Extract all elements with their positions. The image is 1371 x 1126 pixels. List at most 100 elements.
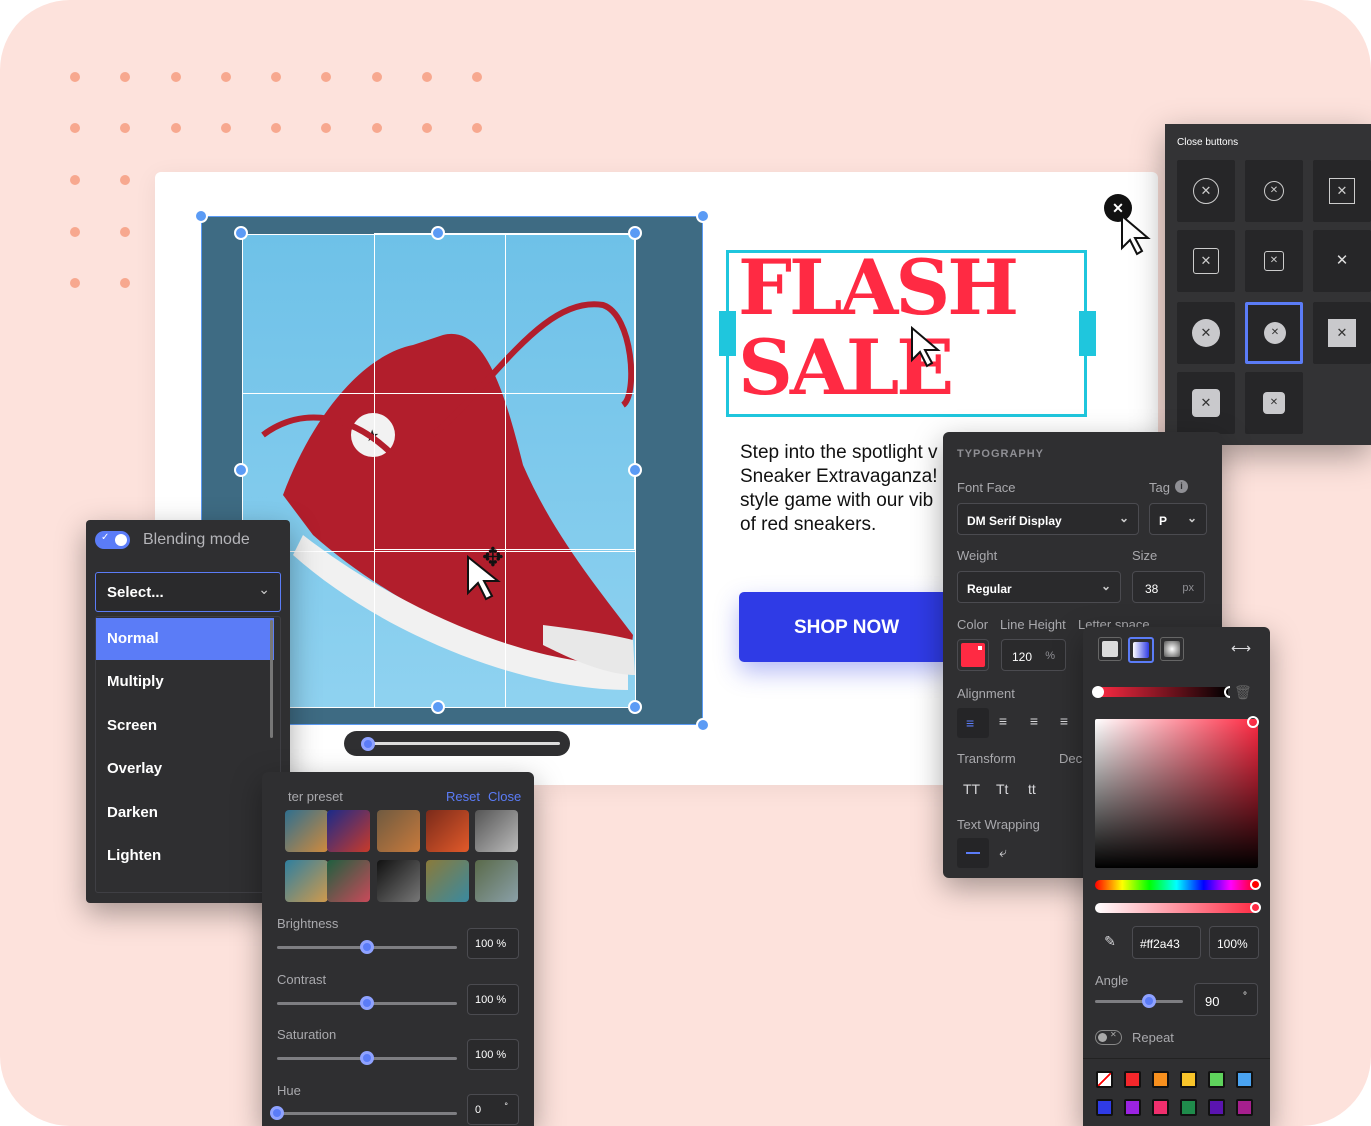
wrap-none-button[interactable]	[957, 838, 989, 868]
repeat-toggle[interactable]: ✕	[1095, 1030, 1122, 1045]
blend-option-screen[interactable]: Screen	[96, 705, 274, 747]
blend-option-overlay[interactable]: Overlay	[96, 748, 274, 790]
crop-handle[interactable]	[628, 226, 642, 240]
color-swatch[interactable]	[1152, 1071, 1169, 1088]
crop-handle[interactable]	[431, 226, 445, 240]
alpha-input[interactable]: 100%	[1209, 926, 1259, 959]
contrast-knob[interactable]	[360, 996, 374, 1010]
color-swatch[interactable]	[1124, 1071, 1141, 1088]
radial-gradient-button[interactable]	[1160, 637, 1184, 661]
zoom-slider-knob[interactable]	[360, 737, 375, 751]
blending-select[interactable]: Select... ⌄	[95, 572, 281, 612]
saturation-slider[interactable]	[277, 1051, 457, 1065]
color-swatch-button[interactable]	[957, 639, 989, 671]
contrast-slider[interactable]	[277, 996, 457, 1010]
align-right-icon[interactable]: ≡	[1026, 713, 1042, 729]
brightness-value[interactable]: 100 %	[467, 928, 519, 959]
filter-thumbnail[interactable]	[426, 860, 469, 902]
close-style-option[interactable]: ✕	[1245, 230, 1303, 292]
reset-link[interactable]: Reset	[446, 789, 480, 804]
resize-handle[interactable]	[696, 718, 710, 732]
align-justify-icon[interactable]: ≡	[1056, 713, 1072, 729]
close-style-option-selected[interactable]: ✕	[1245, 302, 1303, 364]
crop-handle[interactable]	[234, 226, 248, 240]
color-swatch[interactable]	[1180, 1071, 1197, 1088]
close-style-option[interactable]: ✕	[1177, 372, 1235, 434]
blend-option-darken[interactable]: Darken	[96, 792, 274, 834]
crop-handle[interactable]	[628, 700, 642, 714]
close-style-option[interactable]: ✕	[1177, 230, 1235, 292]
capitalize-button[interactable]: Tt	[996, 781, 1008, 797]
color-swatch[interactable]	[1124, 1099, 1141, 1116]
brightness-knob[interactable]	[360, 940, 374, 954]
tag-select[interactable]: P ⌄	[1149, 503, 1207, 535]
color-swatch[interactable]	[1180, 1099, 1197, 1116]
font-face-select[interactable]: DM Serif Display ⌄	[957, 503, 1139, 535]
saturation-value-area[interactable]	[1095, 716, 1259, 868]
blend-option-multiply[interactable]: Multiply	[96, 661, 274, 703]
hue-knob[interactable]	[270, 1106, 284, 1120]
close-style-option[interactable]: ✕	[1245, 372, 1303, 434]
crop-handle[interactable]	[628, 463, 642, 477]
text-resize-handle[interactable]	[719, 311, 736, 356]
hue-value[interactable]: 0 °	[467, 1094, 519, 1125]
zoom-slider[interactable]	[344, 731, 570, 756]
gradient-stops-bar[interactable]	[1092, 686, 1230, 698]
blend-option-normal[interactable]: Normal	[96, 618, 274, 660]
weight-select[interactable]: Regular ⌄	[957, 571, 1121, 603]
close-link[interactable]: Close	[488, 789, 521, 804]
hex-input[interactable]: #ff2a43	[1132, 926, 1201, 959]
contrast-value[interactable]: 100 %	[467, 984, 519, 1015]
color-swatch[interactable]	[1236, 1071, 1253, 1088]
blend-option-lighten[interactable]: Lighten	[96, 835, 274, 877]
flip-icon[interactable]: ⟷	[1230, 640, 1252, 657]
close-style-option[interactable]: ✕	[1177, 302, 1235, 364]
resize-handle[interactable]	[194, 209, 208, 223]
filter-thumbnail[interactable]	[426, 810, 469, 852]
resize-handle[interactable]	[696, 209, 710, 223]
wrap-text-icon[interactable]: ⤶	[995, 844, 1011, 861]
saturation-value[interactable]: 100 %	[467, 1039, 519, 1070]
filter-thumbnail[interactable]	[327, 810, 370, 852]
align-left-button[interactable]: ≡	[957, 708, 989, 738]
hue-slider[interactable]	[270, 1106, 457, 1120]
crop-handle[interactable]	[431, 700, 445, 714]
color-swatch[interactable]	[1096, 1099, 1113, 1116]
align-center-icon[interactable]: ≡	[995, 713, 1011, 729]
saturation-knob[interactable]	[360, 1051, 374, 1065]
lowercase-button[interactable]: tt	[1028, 781, 1036, 797]
shop-now-button[interactable]: SHOP NOW	[739, 592, 954, 662]
options-scrollbar[interactable]	[270, 620, 273, 738]
filter-thumbnail[interactable]	[285, 860, 328, 902]
eyedropper-icon[interactable]: ✎	[1101, 933, 1119, 950]
alpha-bar[interactable]	[1095, 902, 1261, 913]
blending-toggle[interactable]: ✓	[95, 531, 130, 549]
hue-bar[interactable]	[1095, 879, 1261, 890]
color-swatch[interactable]	[1208, 1071, 1225, 1088]
close-style-option[interactable]: ✕	[1313, 230, 1371, 292]
filter-thumbnail[interactable]	[377, 860, 420, 902]
size-input[interactable]: 38 px	[1132, 571, 1205, 603]
crop-handle[interactable]	[234, 463, 248, 477]
filter-thumbnail[interactable]	[327, 860, 370, 902]
brightness-slider[interactable]	[277, 940, 457, 954]
filter-thumbnail[interactable]	[285, 810, 328, 852]
filter-thumbnail[interactable]	[475, 810, 518, 852]
line-height-input[interactable]: 120%	[1001, 639, 1066, 671]
color-swatch[interactable]	[1208, 1099, 1225, 1116]
angle-knob[interactable]	[1142, 994, 1156, 1008]
color-swatch[interactable]	[1236, 1099, 1253, 1116]
color-swatch[interactable]	[1096, 1071, 1113, 1088]
close-style-option[interactable]: ✕	[1245, 160, 1303, 222]
close-style-option[interactable]: ✕	[1313, 302, 1371, 364]
uppercase-button[interactable]: TT	[963, 781, 980, 797]
close-style-option[interactable]: ✕	[1313, 160, 1371, 222]
linear-gradient-button[interactable]	[1128, 637, 1154, 663]
angle-input[interactable]: 90 °	[1194, 983, 1258, 1016]
text-resize-handle[interactable]	[1079, 311, 1096, 356]
angle-slider[interactable]	[1095, 994, 1183, 1008]
color-swatch[interactable]	[1152, 1099, 1169, 1116]
trash-icon[interactable]: 🗑	[1234, 684, 1252, 701]
filter-thumbnail[interactable]	[475, 860, 518, 902]
close-style-option[interactable]: ✕	[1177, 160, 1235, 222]
